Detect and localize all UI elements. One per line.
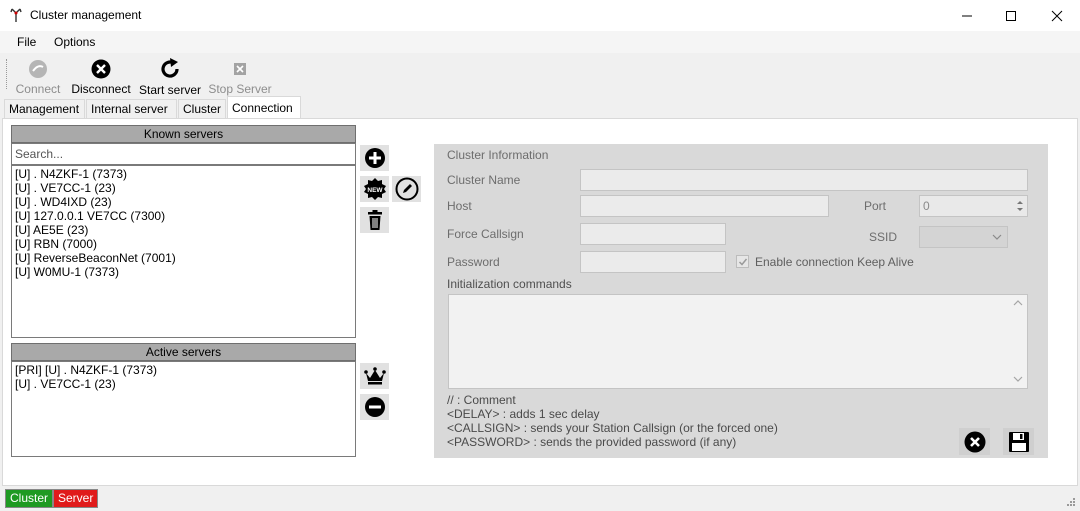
title-bar: Cluster management: [0, 0, 1080, 31]
plus-circle-icon: [364, 148, 385, 168]
menu-file[interactable]: File: [17, 35, 36, 49]
cancel-icon: [964, 431, 985, 452]
force-callsign-label: Force Callsign: [447, 227, 524, 241]
floppy-disk-icon: [1008, 431, 1029, 452]
list-item[interactable]: [PRI] [U] . N4ZKF-1 (7373): [12, 363, 355, 377]
cluster-name-label: Cluster Name: [447, 173, 521, 187]
keepalive-label: Enable connection Keep Alive: [755, 255, 914, 269]
list-item[interactable]: [U] W0MU-1 (7373): [12, 265, 355, 279]
maximize-icon: [1006, 10, 1016, 21]
start-server-label: Start server: [139, 83, 202, 97]
cluster-info-title: Cluster Information: [447, 148, 549, 162]
crown-icon: [363, 367, 386, 385]
search-input[interactable]: [11, 143, 356, 165]
remove-active-button[interactable]: [360, 394, 389, 420]
chevron-down-icon: [992, 234, 1002, 240]
cancel-button[interactable]: [959, 428, 990, 455]
add-server-button[interactable]: [360, 145, 389, 171]
active-servers-header: Active servers: [11, 343, 356, 361]
server-status-badge: Server: [53, 489, 99, 508]
tab-connection[interactable]: Connection: [227, 96, 301, 119]
hint-delay: <DELAY> : adds 1 sec delay: [447, 407, 600, 421]
port-stepper[interactable]: 0: [919, 195, 1028, 217]
minimize-icon: [962, 15, 972, 16]
checkmark-icon: [738, 258, 748, 266]
stop-server-label: Stop Server: [208, 82, 272, 96]
svg-text:NEW: NEW: [367, 187, 383, 194]
status-bar: [0, 486, 1080, 511]
list-item[interactable]: [U] RBN (7000): [12, 237, 355, 251]
hint-comment: // : Comment: [447, 393, 516, 407]
list-item[interactable]: [U] . WD4IXD (23): [12, 195, 355, 209]
hint-password: <PASSWORD> : sends the provided password…: [447, 435, 737, 449]
toolbar-grip: [6, 59, 8, 89]
delete-server-button[interactable]: [360, 207, 389, 233]
chevron-up-icon[interactable]: [1013, 299, 1023, 307]
password-label: Password: [447, 255, 500, 269]
cluster-name-field[interactable]: [580, 169, 1028, 191]
hint-callsign: <CALLSIGN> : sends your Station Callsign…: [447, 421, 778, 435]
edit-icon: [395, 177, 418, 201]
list-item[interactable]: [U] 127.0.0.1 VE7CC (7300): [12, 209, 355, 223]
trash-icon: [367, 210, 382, 230]
ssid-label: SSID: [869, 230, 898, 244]
chevron-down-icon[interactable]: [1013, 375, 1023, 383]
edit-server-button[interactable]: [392, 176, 421, 202]
app-icon: [10, 8, 22, 22]
minus-circle-icon: [364, 397, 385, 417]
cluster-status-badge: Cluster: [5, 489, 54, 508]
resize-grip-icon[interactable]: [1066, 497, 1076, 507]
known-servers-list[interactable]: [U] . N4ZKF-1 (7373) [U] . VE7CC-1 (23) …: [11, 165, 356, 338]
password-field[interactable]: [580, 251, 726, 273]
minimize-button[interactable]: [944, 0, 990, 31]
init-commands-label: Initialization commands: [447, 277, 572, 291]
disconnect-icon: [91, 59, 111, 78]
spin-arrows-icon[interactable]: [1014, 198, 1026, 214]
list-item[interactable]: [U] . N4ZKF-1 (7373): [12, 167, 355, 181]
host-field[interactable]: [580, 195, 829, 217]
known-servers-header: Known servers: [11, 125, 356, 143]
stop-server-button[interactable]: Stop Server: [208, 53, 272, 96]
disconnect-button[interactable]: Disconnect: [70, 53, 132, 96]
connect-label: Connect: [15, 82, 61, 96]
list-item[interactable]: [U] AE5E (23): [12, 223, 355, 237]
port-value: 0: [923, 199, 930, 213]
list-item[interactable]: [U] ReverseBeaconNet (7001): [12, 251, 355, 265]
menu-options[interactable]: Options: [54, 35, 95, 49]
save-button[interactable]: [1003, 428, 1034, 455]
toolbar: Connect Disconnect Start server Stop Ser…: [0, 53, 1080, 97]
host-label: Host: [447, 199, 472, 213]
list-item[interactable]: [U] . VE7CC-1 (23): [12, 181, 355, 195]
connect-icon: [29, 59, 47, 78]
tab-cluster[interactable]: Cluster: [178, 99, 226, 118]
close-window-button[interactable]: [1034, 0, 1080, 31]
list-item[interactable]: [U] . VE7CC-1 (23): [12, 377, 355, 391]
ssid-select[interactable]: [919, 226, 1008, 248]
tab-internal-server[interactable]: Internal server: [86, 99, 177, 118]
stop-icon: [234, 62, 246, 75]
maximize-button[interactable]: [988, 0, 1034, 31]
force-callsign-field[interactable]: [580, 223, 726, 245]
keepalive-checkbox[interactable]: [736, 255, 749, 268]
close-icon: [1051, 10, 1063, 21]
disconnect-label: Disconnect: [71, 82, 131, 96]
connect-button[interactable]: Connect: [14, 53, 62, 96]
menu-bar: File Options: [0, 31, 1080, 53]
active-servers-list[interactable]: [PRI] [U] . N4ZKF-1 (7373) [U] . VE7CC-1…: [11, 361, 356, 457]
textarea-scrollbar[interactable]: [1010, 295, 1027, 388]
new-server-button[interactable]: NEW: [360, 176, 389, 202]
set-primary-button[interactable]: [360, 363, 389, 389]
refresh-icon: [161, 58, 179, 78]
new-badge-icon: NEW: [363, 178, 386, 200]
port-label: Port: [864, 199, 887, 213]
start-server-button[interactable]: Start server: [139, 53, 202, 97]
window-title: Cluster management: [30, 8, 142, 22]
tab-management[interactable]: Management: [4, 99, 85, 118]
init-commands-textarea[interactable]: [448, 294, 1028, 389]
